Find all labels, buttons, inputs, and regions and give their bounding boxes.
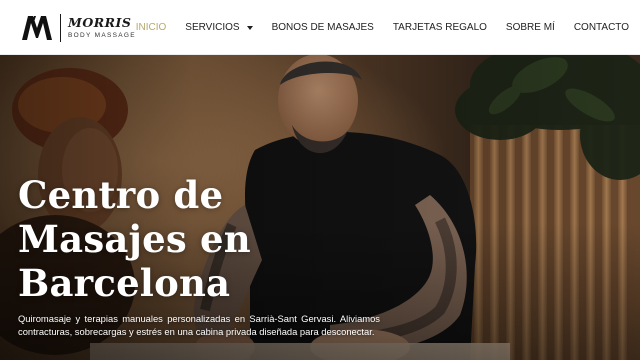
nav-item-sobre-mi[interactable]: SOBRE MÍ	[506, 22, 555, 33]
nav-item-servicios[interactable]: SERVICIOS	[185, 22, 253, 33]
nav-label: TARJETAS REGALO	[392, 22, 487, 33]
brand-tagline: BODY MASSAGE	[68, 31, 136, 39]
hero-title-line: Barcelona	[18, 261, 231, 305]
nav-label: BONOS DE MASAJES	[271, 22, 374, 33]
logo-divider	[60, 14, 61, 42]
nav-item-contacto[interactable]: CONTACTO	[574, 22, 629, 33]
hero-title-line: Masajes en	[18, 217, 251, 261]
brand-logo-link[interactable]: MORRIS BODY MASSAGE	[22, 13, 136, 43]
hero-title-line: Centro de	[18, 173, 224, 217]
nav-item-inicio[interactable]: INICIO	[136, 22, 167, 33]
nav-label: SOBRE MÍ	[505, 22, 555, 33]
brand-name: MORRIS	[68, 15, 132, 30]
nav-label: INICIO	[135, 22, 167, 33]
nav-item-tarjetas-regalo[interactable]: TARJETAS REGALO	[393, 22, 487, 33]
nav-item-bonos-de-masajes[interactable]: BONOS DE MASAJES	[272, 22, 374, 33]
hero-title: Centro de Masajes en Barcelona	[18, 173, 348, 305]
main-navigation: INICIO SERVICIOS BONOS DE MASAJES TARJET…	[136, 0, 629, 55]
site-header: MORRIS BODY MASSAGE INICIO SERVICIOS BON…	[0, 0, 640, 55]
logo-wordmark: MORRIS BODY MASSAGE	[68, 15, 136, 39]
nav-label: SERVICIOS	[185, 22, 240, 33]
hero-description: Quiromasaje y terapias manuales personal…	[18, 313, 380, 337]
hero-section: Centro de Masajes en Barcelona Quiromasa…	[0, 55, 640, 360]
nav-label: CONTACTO	[573, 22, 629, 33]
caret-down-icon[interactable]	[246, 25, 253, 30]
mm-monogram-icon	[22, 16, 52, 40]
